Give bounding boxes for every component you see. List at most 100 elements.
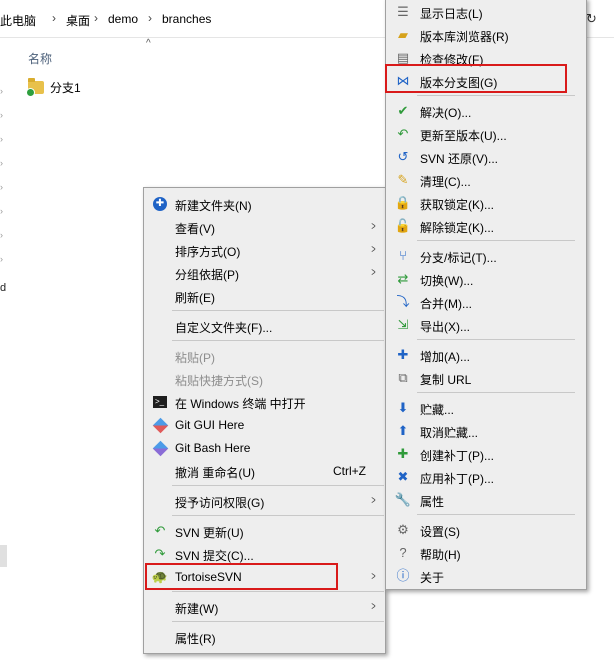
menu-divider [417, 392, 575, 393]
chevron-right-icon[interactable]: › [0, 206, 3, 216]
menu-item-svn-update[interactable]: ↶ SVN 更新(U) [144, 520, 385, 542]
menu-item-refresh[interactable]: 刷新(E) [144, 285, 385, 307]
menu-item-undo-rename[interactable]: 撤消 重命名(U) Ctrl+Z [144, 460, 385, 482]
breadcrumb-branches[interactable]: branches [162, 12, 211, 26]
menu-item-label: 增加(A)... [420, 350, 470, 364]
menu-item-label: SVN 更新(U) [175, 526, 244, 540]
menu-item-branch-tag[interactable]: ⑂ 分支/标记(T)... [386, 245, 586, 267]
breadcrumb-this-pc[interactable]: 此电脑 [0, 12, 36, 29]
git-bash-icon [152, 440, 168, 456]
breadcrumb-desktop[interactable]: 桌面 [66, 12, 90, 29]
menu-item-sort-by[interactable]: 排序方式(O) > [144, 239, 385, 261]
menu-item-label: 解除锁定(K)... [420, 221, 494, 235]
menu-item-repo-browser[interactable]: ▰ 版本库浏览器(R) [386, 24, 586, 46]
menu-item-svn-commit[interactable]: ↷ SVN 提交(C)... [144, 543, 385, 565]
menu-item-label: 撤消 重命名(U) [175, 466, 255, 480]
breadcrumb-separator[interactable]: › [52, 11, 56, 25]
chevron-right-icon[interactable]: › [0, 110, 3, 120]
menu-item-release-lock[interactable]: 🔓 解除锁定(K)... [386, 215, 586, 237]
svn-commit-icon: ↷ [154, 546, 166, 561]
menu-item-merge[interactable]: ⤵ 合并(M)... [386, 291, 586, 313]
menu-item-git-gui[interactable]: Git GUI Here [144, 414, 385, 436]
menu-item-settings[interactable]: ⚙ 设置(S) [386, 519, 586, 541]
create-patch-icon: ✚ [397, 446, 409, 461]
menu-item-new[interactable]: 新建(W) > [144, 596, 385, 618]
menu-item-export[interactable]: ⇲ 导出(X)... [386, 314, 586, 336]
menu-item-update-to-revision[interactable]: ↶ 更新至版本(U)... [386, 123, 586, 145]
menu-item-get-lock[interactable]: 🔒 获取锁定(K)... [386, 192, 586, 214]
update-to-revision-icon: ↶ [397, 126, 409, 141]
breadcrumb-separator[interactable]: › [94, 11, 98, 25]
column-header-name[interactable]: 名称 [28, 50, 52, 67]
menu-item-about[interactable]: ⓘ 关于 [386, 565, 586, 587]
menu-item-copy-url[interactable]: ⧉ 复制 URL [386, 367, 586, 389]
menu-item-switch[interactable]: ⇄ 切换(W)... [386, 268, 586, 290]
menu-item-apply-patch[interactable]: ✖ 应用补丁(P)... [386, 466, 586, 488]
menu-item-group-by[interactable]: 分组依据(P) > [144, 262, 385, 284]
menu-item-label: 查看(V) [175, 222, 215, 236]
switch-icon: ⇄ [397, 271, 409, 286]
help-icon: ? [399, 545, 407, 560]
svn-update-icon: ↶ [154, 523, 166, 538]
menu-item-shelve[interactable]: ⬇ 贮藏... [386, 397, 586, 419]
menu-item-label: 应用补丁(P)... [420, 472, 494, 486]
menu-item-label: 帮助(H) [420, 548, 461, 562]
chevron-right-icon[interactable]: › [0, 182, 3, 192]
menu-item-label: SVN 提交(C)... [175, 549, 254, 563]
chevron-right-icon[interactable]: › [0, 134, 3, 144]
menu-item-label: SVN 还原(V)... [420, 152, 499, 166]
chevron-right-icon[interactable]: › [0, 86, 3, 96]
menu-divider [172, 621, 384, 622]
branch-tag-icon: ⑂ [399, 248, 407, 263]
menu-item-view[interactable]: 查看(V) > [144, 216, 385, 238]
menu-item-label: 获取锁定(K)... [420, 198, 494, 212]
chevron-right-icon: > [371, 493, 376, 507]
svn-folder-icon [26, 77, 44, 97]
resolve-icon: ✔ [397, 103, 409, 118]
file-name: 分支1 [50, 80, 81, 95]
menu-item-customize-folder[interactable]: 自定义文件夹(F)... [144, 315, 385, 337]
menu-item-grant-access[interactable]: 授予访问权限(G) > [144, 490, 385, 512]
menu-item-git-bash[interactable]: Git Bash Here [144, 437, 385, 459]
menu-divider [417, 95, 575, 96]
menu-divider [172, 340, 384, 341]
menu-item-label: 授予访问权限(G) [175, 496, 265, 510]
menu-item-paste-shortcut: 粘贴快捷方式(S) [144, 368, 385, 390]
refresh-icon[interactable]: ↻ [586, 11, 597, 27]
menu-item-label: 新建文件夹(N) [175, 199, 252, 213]
show-log-icon: ☰ [397, 4, 409, 19]
merge-icon: ⤵ [396, 294, 410, 309]
chevron-right-icon[interactable]: › [0, 230, 3, 240]
properties-icon: 🔧 [394, 492, 412, 507]
menu-item-properties[interactable]: 属性(R) [144, 626, 385, 648]
chevron-right-icon[interactable]: › [0, 254, 3, 264]
menu-item-unshelve[interactable]: ⬆ 取消贮藏... [386, 420, 586, 442]
menu-item-open-in-terminal[interactable]: >_ 在 Windows 终端 中打开 [144, 391, 385, 413]
repo-browser-icon: ▰ [398, 27, 408, 42]
menu-item-label: 粘贴(P) [175, 351, 215, 365]
menu-item-label: 解决(O)... [420, 106, 472, 120]
release-lock-icon: 🔓 [394, 218, 412, 233]
menu-item-add[interactable]: ✚ 增加(A)... [386, 344, 586, 366]
menu-item-label: 创建补丁(P)... [420, 449, 494, 463]
chevron-right-icon: > [371, 265, 376, 279]
breadcrumb-separator[interactable]: › [148, 11, 152, 25]
menu-item-help[interactable]: ? 帮助(H) [386, 542, 586, 564]
chevron-right-icon[interactable]: › [0, 158, 3, 168]
menu-item-show-log[interactable]: ☰ 显示日志(L) [386, 1, 586, 23]
breadcrumb-demo[interactable]: demo [108, 12, 138, 26]
list-item[interactable]: 分支1 [26, 77, 81, 97]
menu-item-svn-revert[interactable]: ↺ SVN 还原(V)... [386, 146, 586, 168]
menu-item-label: 粘贴快捷方式(S) [175, 374, 263, 388]
menu-item-resolve[interactable]: ✔ 解决(O)... [386, 100, 586, 122]
sort-ascending-icon: ^ [146, 38, 151, 49]
new-folder-icon: ✚ [152, 196, 168, 212]
menu-item-properties[interactable]: 🔧 属性 [386, 489, 586, 511]
menu-item-new-folder[interactable]: ✚ 新建文件夹(N) [144, 193, 385, 215]
menu-item-create-patch[interactable]: ✚ 创建补丁(P)... [386, 443, 586, 465]
menu-item-label: 更新至版本(U)... [420, 129, 507, 143]
menu-item-label: 新建(W) [175, 602, 219, 616]
cleanup-icon: ✎ [397, 172, 409, 187]
menu-item-cleanup[interactable]: ✎ 清理(C)... [386, 169, 586, 191]
settings-icon: ⚙ [397, 522, 409, 537]
